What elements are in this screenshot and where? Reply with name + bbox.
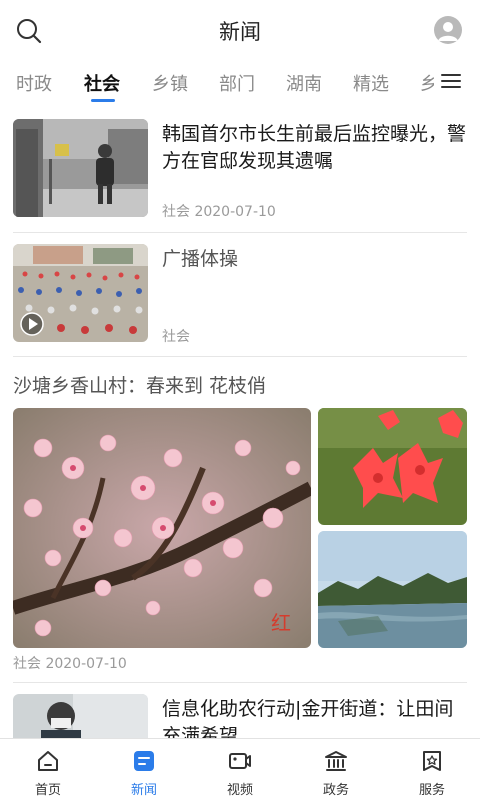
video-icon	[229, 753, 251, 769]
nav-home[interactable]: 首页	[0, 739, 96, 801]
page-title: 新闻	[219, 20, 261, 44]
menu-icon[interactable]	[441, 70, 463, 92]
news-title: 信息化助农行动|金开街道：让田间充满希望	[162, 698, 454, 738]
photo-watermark: 红	[271, 611, 291, 635]
nav-label: 新闻	[130, 783, 157, 798]
app-header: 新闻	[0, 0, 480, 60]
active-tab-indicator	[91, 99, 115, 102]
nav-label: 政务	[322, 783, 349, 798]
nav-news[interactable]: 新闻	[96, 739, 192, 801]
news-item[interactable]: 韩国首尔市长生前最后监控曝光，警方在官邸发现其遗嘱 社会 2020-07-10	[13, 119, 467, 220]
divider	[13, 356, 467, 357]
tab-partial[interactable]: 乡	[420, 70, 434, 96]
news-thumbnail	[13, 244, 148, 342]
album-photo-main[interactable]: 红	[13, 408, 311, 648]
album-photo[interactable]	[318, 408, 467, 525]
news-item[interactable]: 广播体操 社会	[13, 244, 467, 345]
album-title[interactable]: 沙塘乡香山村：春来到 花枝俏	[13, 371, 266, 398]
album-photo[interactable]	[318, 531, 467, 648]
government-icon	[325, 751, 347, 771]
category-tabs: 时政 社会 乡镇 部门 湖南 精选 乡	[0, 60, 480, 108]
tab-xiangzhen[interactable]: 乡镇	[152, 70, 188, 96]
nav-label: 服务	[418, 783, 445, 798]
news-title: 韩国首尔市长生前最后监控曝光，警方在官邸发现其遗嘱	[162, 123, 467, 172]
news-title: 广播体操	[162, 248, 239, 270]
news-item[interactable]: 信息化助农行动|金开街道：让田间充满希望	[13, 694, 467, 738]
tab-bumen[interactable]: 部门	[219, 70, 255, 96]
news-thumbnail	[13, 119, 148, 217]
bottom-navigation: 首页 新闻 视频 政务 服务	[0, 738, 480, 801]
nav-government[interactable]: 政务	[288, 739, 384, 801]
news-meta: 社会 2020-07-10	[162, 204, 276, 220]
news-icon	[134, 751, 154, 771]
tab-jingxuan[interactable]: 精选	[353, 70, 389, 96]
album-meta: 社会 2020-07-10	[13, 656, 127, 672]
tab-shizheng[interactable]: 时政	[16, 70, 52, 96]
service-icon	[423, 751, 441, 771]
home-icon	[38, 751, 58, 771]
divider	[13, 232, 467, 233]
nav-service[interactable]: 服务	[384, 739, 480, 801]
news-thumbnail	[13, 694, 148, 738]
nav-label: 首页	[34, 783, 61, 798]
nav-label: 视频	[226, 783, 253, 798]
nav-video[interactable]: 视频	[192, 739, 288, 801]
tab-hunan[interactable]: 湖南	[286, 70, 322, 96]
user-avatar-icon[interactable]	[434, 16, 462, 44]
news-meta: 社会	[162, 329, 190, 345]
divider	[13, 682, 467, 683]
tab-shehui[interactable]: 社会	[84, 70, 120, 96]
